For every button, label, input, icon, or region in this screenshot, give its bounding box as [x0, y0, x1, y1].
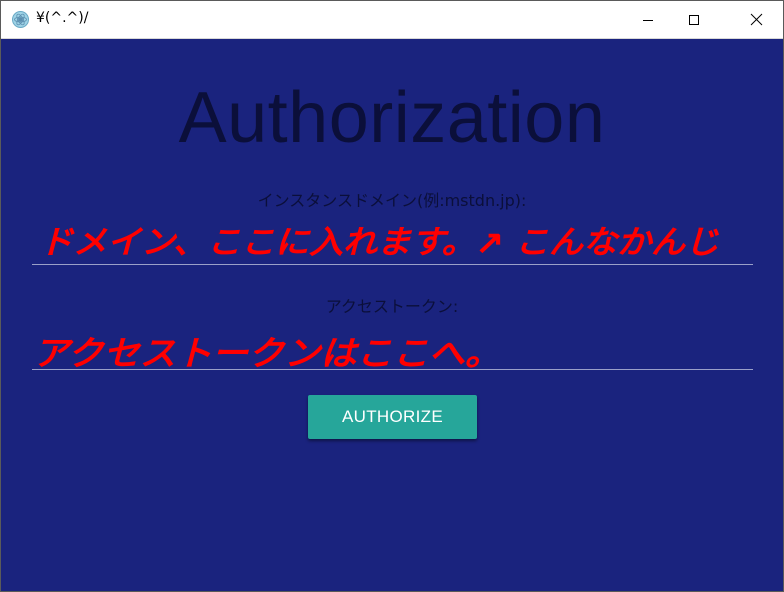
- app-window: ¥(^.^)/ Authorization インスタンスドメイン(例:mstdn…: [0, 0, 784, 592]
- maximize-button[interactable]: [671, 1, 717, 38]
- app-icon: [12, 11, 29, 28]
- close-button[interactable]: [733, 1, 779, 38]
- authorize-button[interactable]: AUTHORIZE: [308, 395, 477, 439]
- close-icon: [750, 13, 762, 26]
- page-title: Authorization: [178, 78, 606, 158]
- minimize-icon: [643, 19, 653, 21]
- domain-input[interactable]: [32, 219, 757, 265]
- domain-underline: [32, 264, 753, 265]
- window-title: ¥(^.^)/: [36, 10, 89, 26]
- main-content: Authorization インスタンスドメイン(例:mstdn.jp): アク…: [1, 39, 783, 591]
- token-input[interactable]: [32, 325, 757, 371]
- domain-label: インスタンスドメイン(例:mstdn.jp):: [257, 191, 527, 210]
- maximize-icon: [689, 14, 699, 25]
- token-underline: [32, 369, 753, 370]
- minimize-button[interactable]: [625, 1, 671, 38]
- token-label: アクセストークン:: [325, 297, 459, 316]
- title-bar[interactable]: ¥(^.^)/: [1, 1, 783, 39]
